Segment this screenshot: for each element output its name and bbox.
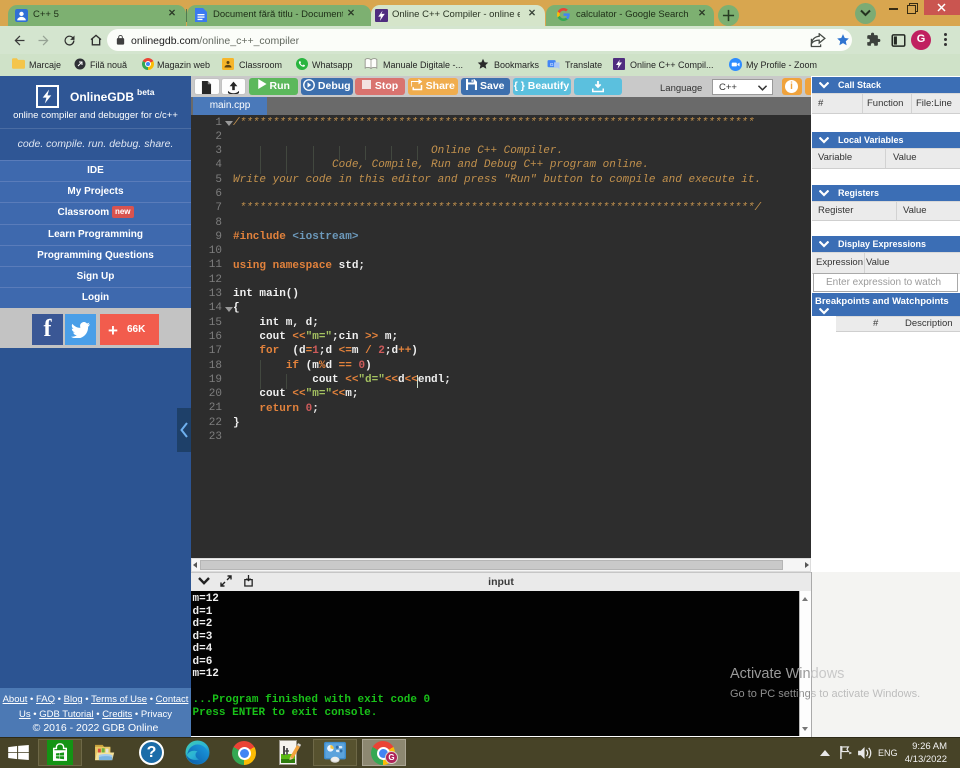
svg-text:G: G (550, 62, 554, 68)
